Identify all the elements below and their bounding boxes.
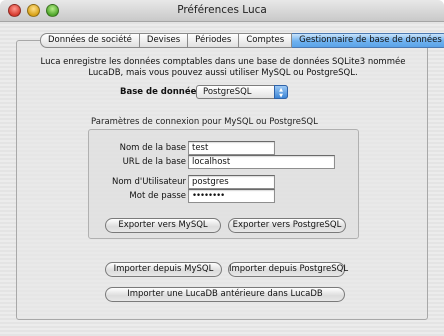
database-label: Base de données xyxy=(120,87,202,97)
connection-group-title: Paramètres de connexion pour MySQL ou Po… xyxy=(91,117,318,127)
tab-bar: Données de société Devises Périodes Comp… xyxy=(40,33,444,48)
preferences-window: Préférences Luca Données de société Devi… xyxy=(0,0,444,336)
import-mysql-button[interactable]: Importer depuis MySQL xyxy=(105,262,222,277)
export-postgresql-button[interactable]: Exporter vers PostgreSQL xyxy=(228,218,346,233)
db-url-label: URL de la base xyxy=(122,157,186,167)
window-title: Préférences Luca xyxy=(177,4,267,16)
password-label: Mot de passe xyxy=(129,191,186,201)
db-name-label: Nom de la base xyxy=(119,143,186,153)
import-postgresql-button[interactable]: Importer depuis PostgreSQL xyxy=(228,262,348,277)
import-lucadb-button[interactable]: Importer une LucaDB antérieure dans Luca… xyxy=(105,287,345,302)
database-select-value: PostgreSQL xyxy=(203,87,252,97)
export-mysql-button[interactable]: Exporter vers MySQL xyxy=(105,218,221,233)
tab-currencies[interactable]: Devises xyxy=(139,33,189,48)
tab-database-manager[interactable]: Gestionnaire de base de données xyxy=(292,33,444,48)
tab-periods[interactable]: Périodes xyxy=(188,33,240,48)
password-field[interactable]: •••••••• xyxy=(188,189,275,203)
database-select[interactable]: PostgreSQL ▲ ▼ xyxy=(196,85,288,99)
up-down-arrows-icon: ▲ ▼ xyxy=(274,85,288,99)
connection-settings-group: Nom de la base test URL de la base local… xyxy=(88,129,359,239)
tab-accounts[interactable]: Comptes xyxy=(239,33,293,48)
username-field[interactable]: postgres xyxy=(188,175,275,189)
db-url-field[interactable]: localhost xyxy=(188,155,335,169)
tab-company-data[interactable]: Données de société xyxy=(40,33,140,48)
database-description: Luca enregistre les données comptables d… xyxy=(40,57,406,78)
username-label: Nom d'Utilisateur xyxy=(112,177,186,187)
title-bar[interactable]: Préférences Luca xyxy=(0,0,444,22)
db-name-field[interactable]: test xyxy=(188,141,275,155)
